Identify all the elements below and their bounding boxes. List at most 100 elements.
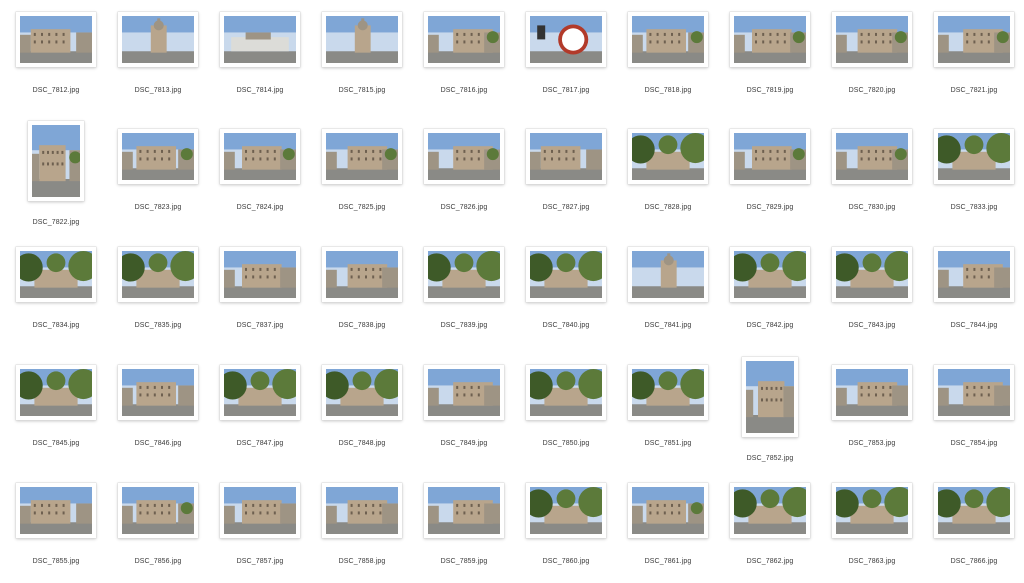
file-thumbnail[interactable]: DSC_7823.jpg [110,121,206,231]
file-thumbnail[interactable]: DSC_7817.jpg [518,4,614,114]
file-name-label: DSC_7829.jpg [746,204,794,211]
thumbnail-image [530,487,602,534]
thumbnail-frame [220,483,300,538]
file-thumbnail[interactable]: DSC_7813.jpg [110,4,206,114]
file-name-label: DSC_7818.jpg [644,87,692,94]
file-thumbnail[interactable]: DSC_7835.jpg [110,239,206,349]
thumbnail-frame [934,12,1014,67]
file-name-label: DSC_7866.jpg [950,558,998,565]
file-thumbnail[interactable]: DSC_7845.jpg [8,357,104,467]
file-thumbnail[interactable]: DSC_7829.jpg [722,121,818,231]
file-thumbnail[interactable]: DSC_7858.jpg [314,475,410,583]
file-thumbnail[interactable]: DSC_7833.jpg [926,121,1022,231]
thumbnail-image [20,369,92,416]
thumbnail-frame [424,365,504,420]
file-thumbnail[interactable]: DSC_7861.jpg [620,475,716,583]
thumbnail-frame [118,247,198,302]
thumbnail-image [20,251,92,298]
file-thumbnail[interactable]: DSC_7837.jpg [212,239,308,349]
file-name-label: DSC_7813.jpg [134,87,182,94]
file-thumbnail[interactable]: DSC_7856.jpg [110,475,206,583]
file-thumbnail[interactable]: DSC_7820.jpg [824,4,920,114]
file-thumbnail[interactable]: DSC_7849.jpg [416,357,512,467]
file-thumbnail[interactable]: DSC_7834.jpg [8,239,104,349]
file-thumbnail[interactable]: DSC_7857.jpg [212,475,308,583]
thumbnail-image [326,133,398,180]
file-thumbnail[interactable]: DSC_7859.jpg [416,475,512,583]
file-thumbnail[interactable]: DSC_7816.jpg [416,4,512,114]
file-name-label: DSC_7843.jpg [848,322,896,329]
thumbnail-frame [526,12,606,67]
thumbnail-image [734,133,806,180]
thumbnail-frame [118,483,198,538]
file-name-label: DSC_7858.jpg [338,558,386,565]
thumbnail-image [632,487,704,534]
file-thumbnail[interactable]: DSC_7812.jpg [8,4,104,114]
file-thumbnail[interactable]: DSC_7839.jpg [416,239,512,349]
file-thumbnail[interactable]: DSC_7854.jpg [926,357,1022,467]
file-name-label: DSC_7817.jpg [542,87,590,94]
thumbnail-frame [16,483,96,538]
thumbnail-frame [526,247,606,302]
file-thumbnail[interactable]: DSC_7847.jpg [212,357,308,467]
file-thumbnail[interactable]: DSC_7814.jpg [212,4,308,114]
file-thumbnail[interactable]: DSC_7827.jpg [518,121,614,231]
file-name-label: DSC_7848.jpg [338,440,386,447]
thumbnail-image [428,369,500,416]
thumbnail-image [20,16,92,63]
thumbnail-frame [934,247,1014,302]
file-name-label: DSC_7846.jpg [134,440,182,447]
file-name-label: DSC_7863.jpg [848,558,896,565]
thumbnail-image [632,16,704,63]
thumbnail-frame [322,365,402,420]
file-thumbnail[interactable]: DSC_7842.jpg [722,239,818,349]
thumbnail-frame [628,247,708,302]
file-thumbnail[interactable]: DSC_7838.jpg [314,239,410,349]
file-thumbnail[interactable]: DSC_7821.jpg [926,4,1022,114]
file-thumbnail[interactable]: DSC_7862.jpg [722,475,818,583]
file-thumbnail[interactable]: DSC_7828.jpg [620,121,716,231]
file-thumbnail[interactable]: DSC_7830.jpg [824,121,920,231]
file-thumbnail[interactable]: DSC_7841.jpg [620,239,716,349]
file-thumbnail[interactable]: DSC_7846.jpg [110,357,206,467]
file-thumbnail[interactable]: DSC_7844.jpg [926,239,1022,349]
thumbnail-frame [730,12,810,67]
thumbnail-image [20,487,92,534]
file-thumbnail[interactable]: DSC_7866.jpg [926,475,1022,583]
thumbnail-frame [832,12,912,67]
file-name-label: DSC_7840.jpg [542,322,590,329]
thumbnail-frame [526,483,606,538]
file-thumbnail[interactable]: DSC_7822.jpg [8,121,104,231]
file-thumbnail[interactable]: DSC_7815.jpg [314,4,410,114]
file-name-label: DSC_7856.jpg [134,558,182,565]
thumbnail-frame [526,365,606,420]
file-thumbnail[interactable]: DSC_7826.jpg [416,121,512,231]
thumbnail-image [326,16,398,63]
file-name-label: DSC_7830.jpg [848,204,896,211]
thumbnail-frame [322,12,402,67]
thumbnail-frame [118,365,198,420]
file-thumbnail[interactable]: DSC_7855.jpg [8,475,104,583]
file-thumbnail[interactable]: DSC_7843.jpg [824,239,920,349]
thumbnail-frame [628,365,708,420]
thumbnail-frame [832,365,912,420]
file-thumbnail[interactable]: DSC_7848.jpg [314,357,410,467]
file-thumbnail[interactable]: DSC_7853.jpg [824,357,920,467]
file-thumbnail[interactable]: DSC_7819.jpg [722,4,818,114]
thumbnail-frame [742,357,798,437]
thumbnail-image [122,487,194,534]
file-thumbnail[interactable]: DSC_7840.jpg [518,239,614,349]
thumbnail-image [224,133,296,180]
thumbnail-frame [424,12,504,67]
file-thumbnail[interactable]: DSC_7852.jpg [722,357,818,467]
file-thumbnail[interactable]: DSC_7825.jpg [314,121,410,231]
file-thumbnail[interactable]: DSC_7863.jpg [824,475,920,583]
file-thumbnail[interactable]: DSC_7850.jpg [518,357,614,467]
file-name-label: DSC_7852.jpg [746,455,794,462]
file-thumbnail[interactable]: DSC_7860.jpg [518,475,614,583]
file-thumbnail[interactable]: DSC_7851.jpg [620,357,716,467]
file-thumbnail[interactable]: DSC_7824.jpg [212,121,308,231]
thumbnail-image [224,251,296,298]
thumbnail-frame [424,247,504,302]
file-thumbnail[interactable]: DSC_7818.jpg [620,4,716,114]
